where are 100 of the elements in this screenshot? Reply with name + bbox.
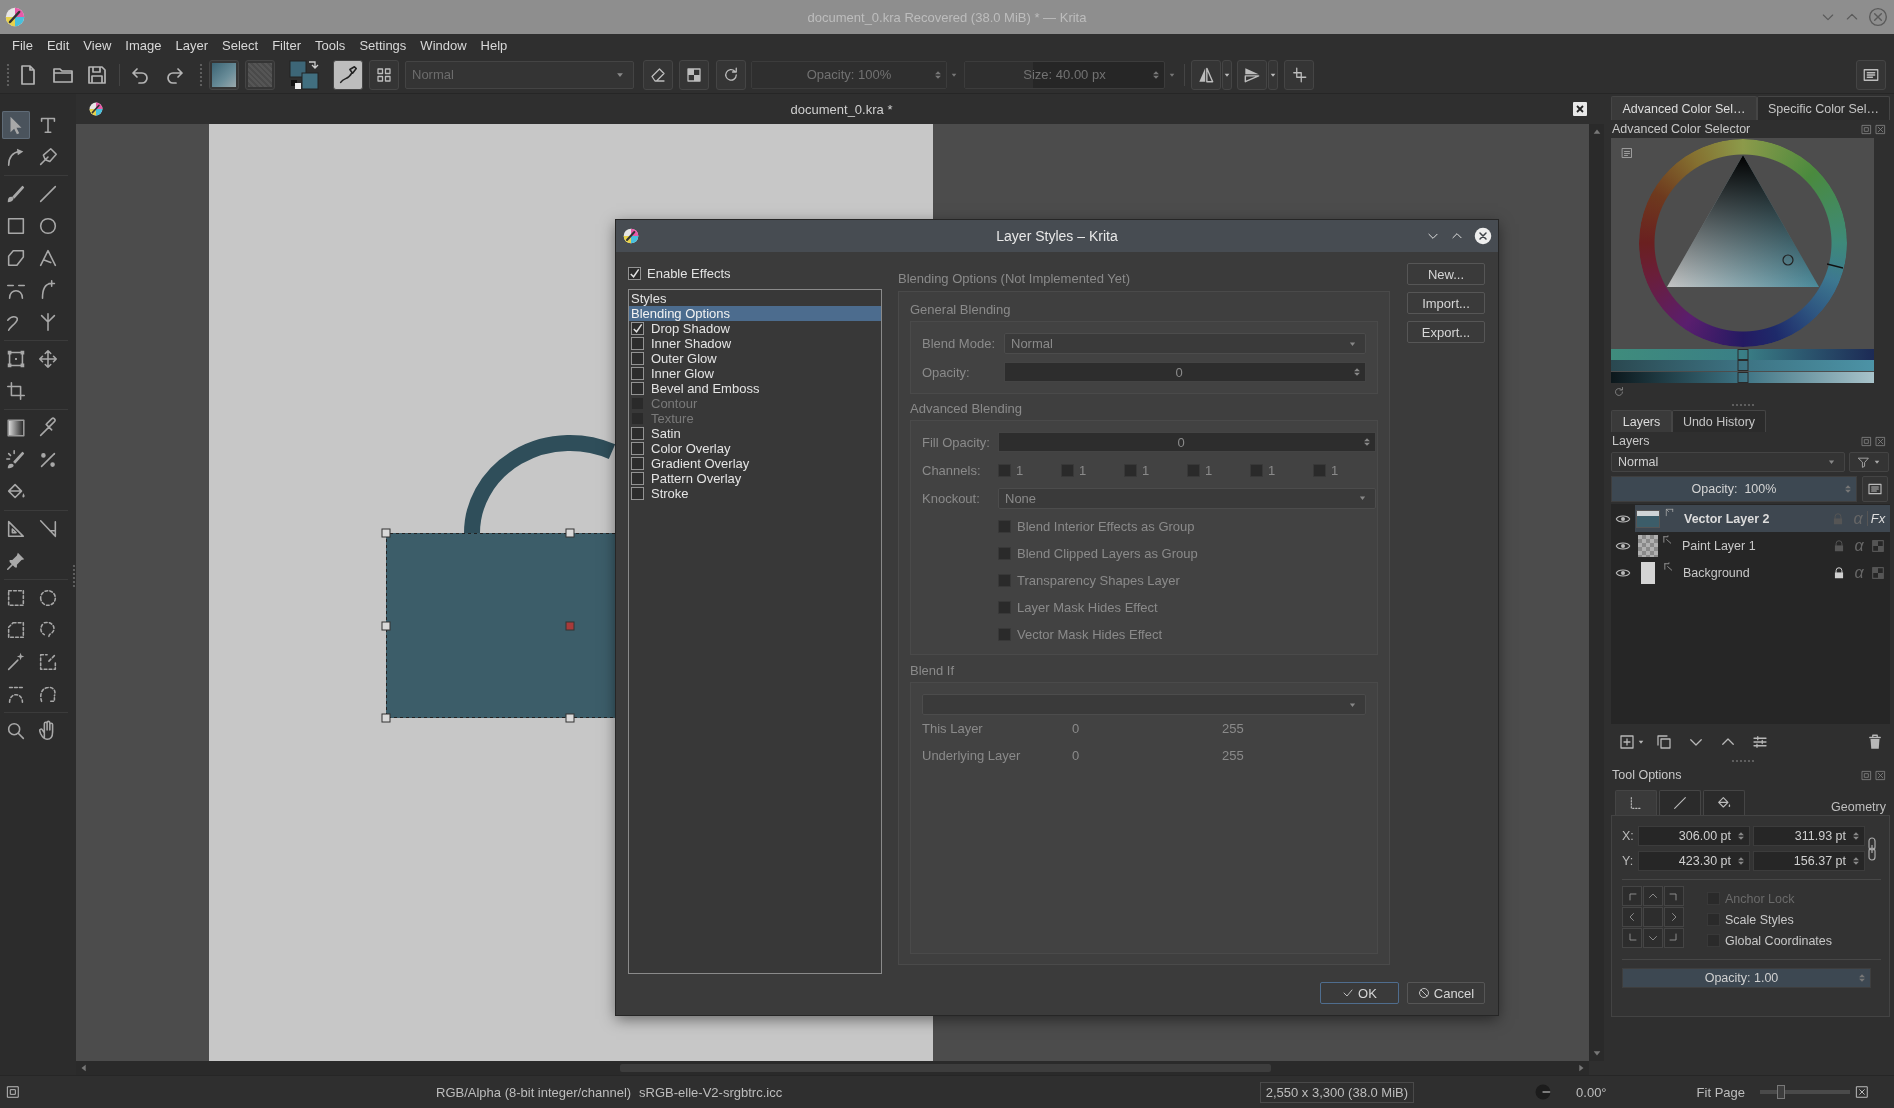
slider-handle[interactable] (1737, 349, 1748, 360)
menu-item[interactable]: View (76, 37, 119, 53)
alpha-lock-button[interactable] (679, 59, 709, 90)
frame-icon[interactable] (6, 1085, 20, 1099)
vertical-scrollbar[interactable] (1589, 124, 1604, 1061)
rotation-dial-icon[interactable] (1534, 1083, 1553, 1101)
arrow-pointer-icon[interactable] (2, 111, 30, 139)
add-layer-icon[interactable] (1618, 733, 1636, 751)
menu-item[interactable]: Settings (352, 37, 414, 53)
spin-arrows-icon[interactable] (1736, 831, 1746, 841)
style-item[interactable]: Color Overlay (629, 441, 881, 456)
splitter-grip-icon[interactable] (72, 564, 76, 588)
selection-handle[interactable] (381, 621, 391, 631)
checkerboard-icon[interactable] (1870, 537, 1886, 554)
menu-item[interactable]: Layer (168, 37, 215, 53)
layer-row[interactable]: Background α (1635, 559, 1890, 586)
splitter-grip-icon[interactable] (1730, 403, 1755, 407)
number-field[interactable]: 311.93 pt (1753, 826, 1865, 846)
tab[interactable]: Layers (1611, 410, 1672, 432)
checkbox[interactable] (631, 367, 644, 380)
tab[interactable]: Advanced Color Sel… (1611, 96, 1757, 120)
zoom-label[interactable]: Fit Page (1696, 1084, 1745, 1100)
sliders-icon[interactable] (1751, 733, 1769, 751)
checkerboard-icon[interactable] (1870, 564, 1886, 581)
spin-arrows-icon[interactable] (1736, 856, 1746, 866)
layer-menu-button[interactable] (1862, 476, 1888, 502)
mirror-horizontal-button[interactable] (1191, 59, 1221, 90)
menu-item[interactable]: Window (413, 37, 474, 53)
style-item[interactable]: Stroke (629, 486, 881, 501)
checkbox[interactable] (631, 382, 644, 395)
toolbar-grip-icon[interactable] (199, 62, 203, 87)
gradient-button[interactable] (209, 59, 239, 90)
close-icon[interactable] (1573, 102, 1587, 116)
menu-item[interactable]: Edit (39, 37, 77, 53)
lock-icon[interactable] (1832, 565, 1846, 580)
arrow-down-icon[interactable] (1591, 1048, 1602, 1058)
tool-tab[interactable] (1703, 790, 1745, 815)
checkbox[interactable] (631, 337, 644, 350)
list-icon[interactable] (1621, 147, 1633, 159)
panel-menu-button[interactable] (1856, 59, 1886, 90)
style-item[interactable]: Drop Shadow (629, 321, 881, 336)
style-item[interactable]: Pattern Overlay (629, 471, 881, 486)
opacity-slider[interactable]: Opacity: 1.00 (1622, 968, 1871, 988)
reload-button[interactable] (716, 59, 746, 90)
center-handle[interactable] (565, 621, 575, 631)
side-button[interactable]: New... (1407, 263, 1485, 285)
style-item[interactable]: Outer Glow (629, 351, 881, 366)
color-swatches-icon[interactable] (289, 59, 319, 90)
side-button[interactable]: Export... (1407, 321, 1485, 343)
color-handle[interactable] (1782, 254, 1794, 266)
grid-button[interactable] (369, 59, 399, 90)
style-item[interactable]: Satin (629, 426, 881, 441)
slider-handle[interactable] (1737, 360, 1748, 372)
arrow-left-icon[interactable] (79, 1063, 89, 1073)
menu-item[interactable]: Image (118, 37, 169, 53)
menu-item[interactable]: Tools (308, 37, 353, 53)
arrow-up-icon[interactable] (1591, 127, 1602, 137)
checkbox[interactable] (631, 427, 644, 440)
refresh-icon[interactable] (1613, 386, 1625, 398)
layer-row[interactable]: Paint Layer 1 α (1635, 532, 1890, 559)
hue-handle[interactable] (1827, 263, 1843, 269)
blend-mode-dropdown[interactable]: Normal (1611, 452, 1845, 472)
menu-item[interactable]: Select (215, 37, 266, 53)
checkbox[interactable] (631, 442, 644, 455)
trash-icon[interactable] (1866, 733, 1884, 751)
spin-arrows-icon[interactable] (1352, 367, 1362, 377)
checkbox[interactable] (631, 472, 644, 485)
chain-link-icon[interactable] (1868, 836, 1876, 861)
side-button[interactable]: Import... (1407, 292, 1485, 314)
toolbar-grip-icon[interactable] (6, 62, 10, 87)
color-slider[interactable] (1611, 360, 1874, 372)
spin-arrows-icon[interactable] (1851, 856, 1861, 866)
style-item[interactable]: Bevel and Emboss (629, 381, 881, 396)
tab[interactable]: Specific Color Sel… (1757, 96, 1890, 120)
selection-handle[interactable] (381, 713, 391, 723)
ok-button[interactable]: OK (1320, 982, 1399, 1004)
checkbox[interactable] (628, 266, 641, 280)
spin-arrows-icon[interactable] (1362, 437, 1372, 447)
menu-item[interactable]: Help (473, 37, 515, 53)
horizontal-scrollbar[interactable] (76, 1061, 1589, 1075)
float-icon[interactable] (1861, 769, 1872, 781)
checkbox[interactable] (631, 457, 644, 470)
selection-handle[interactable] (565, 528, 575, 538)
style-item[interactable]: Gradient Overlay (629, 456, 881, 471)
slider-handle[interactable] (1776, 1085, 1785, 1099)
menu-item[interactable]: File (5, 37, 40, 53)
filter-button[interactable] (1849, 452, 1889, 472)
color-slider[interactable] (1611, 349, 1874, 360)
number-field[interactable]: 156.37 pt (1753, 851, 1865, 871)
menu-item[interactable]: Filter (265, 37, 308, 53)
opacity-slider[interactable]: Opacity: 100% (1611, 476, 1857, 502)
tab[interactable]: Undo History (1672, 410, 1766, 432)
wrap-around-button[interactable] (1284, 59, 1314, 90)
slider-handle[interactable] (1737, 371, 1748, 383)
checkbox[interactable] (631, 352, 644, 365)
spin-arrows-icon[interactable] (1851, 831, 1861, 841)
selection-handle[interactable] (381, 528, 391, 538)
color-slider[interactable] (1611, 371, 1874, 383)
style-item[interactable]: Inner Shadow (629, 336, 881, 351)
cancel-button[interactable]: Cancel (1407, 982, 1485, 1004)
